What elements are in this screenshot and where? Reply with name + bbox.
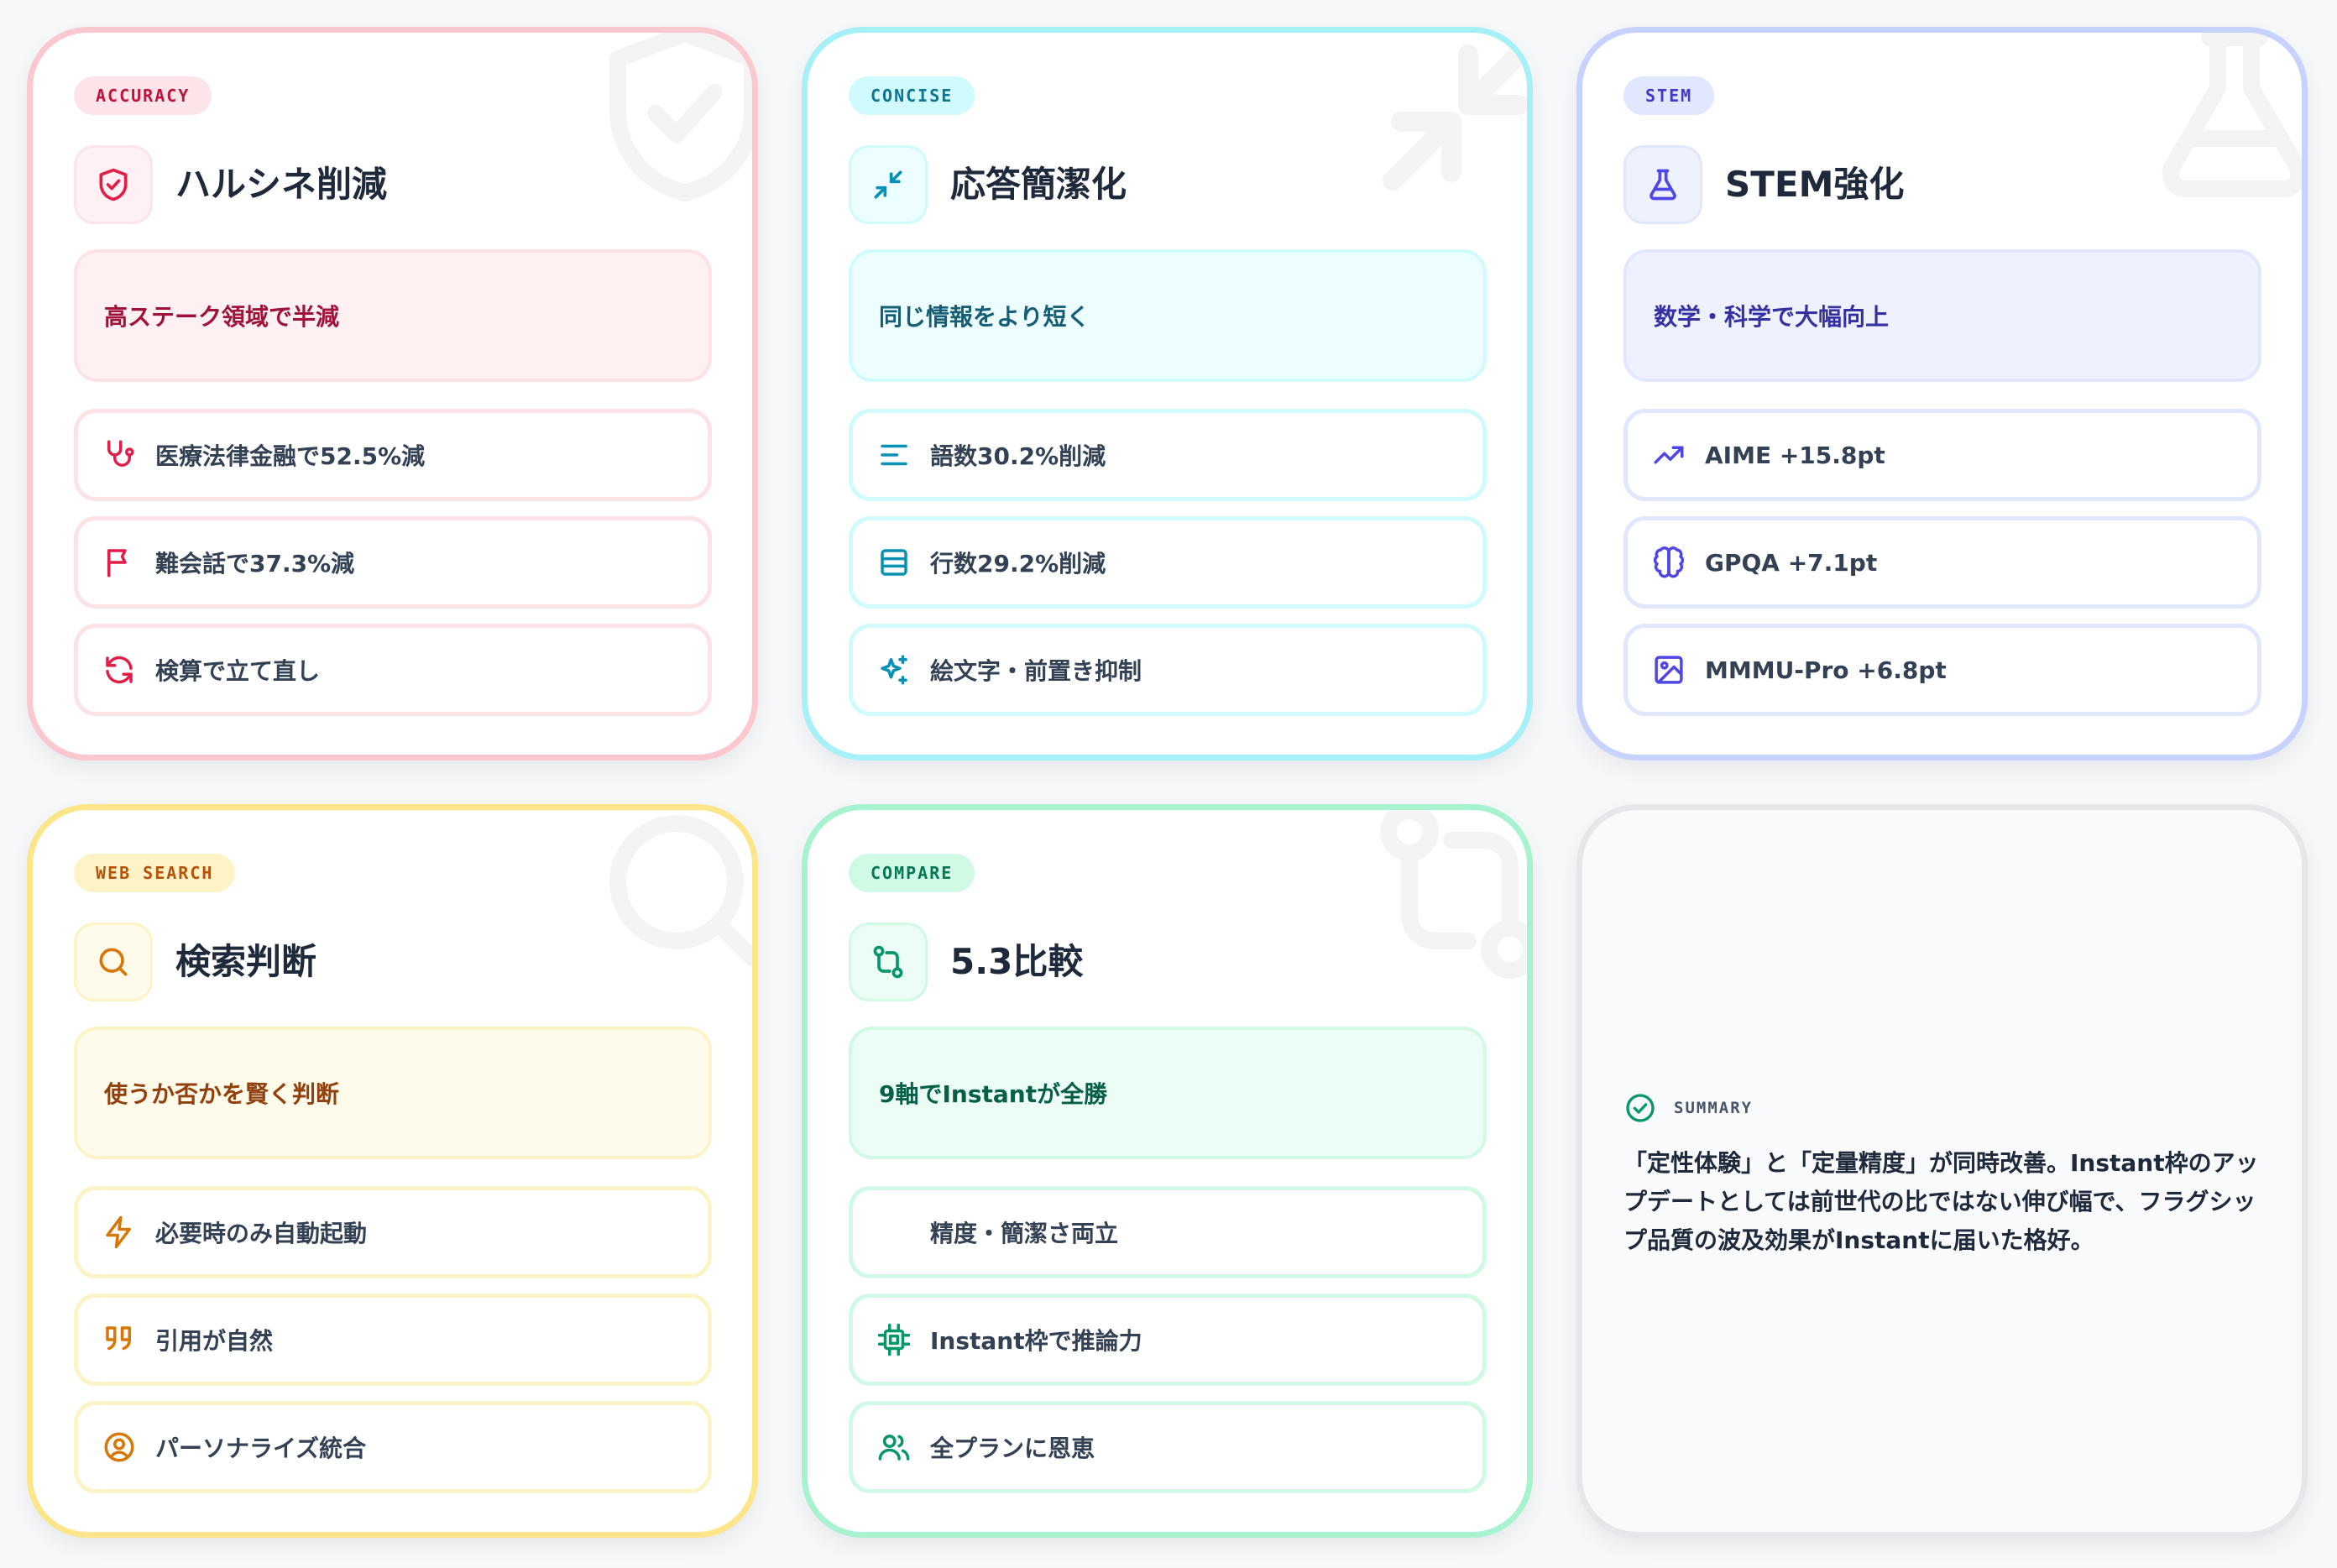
feature-item: GPQA +7.1pt: [1623, 516, 2261, 609]
feature-item: MMMU-Pro +6.8pt: [1623, 624, 2261, 716]
card-title: 検索判断: [175, 941, 317, 982]
feature-label: 必要時のみ自動起動: [155, 1220, 368, 1247]
minimize-icon: [1359, 33, 1527, 214]
trending-up-icon: [1651, 437, 1686, 473]
refresh-icon: [102, 652, 137, 687]
highlight-box: 高ステーク領域で半減: [74, 249, 712, 382]
image-icon: [1651, 652, 1686, 687]
card-title: 5.3比較: [950, 941, 1084, 982]
flask-icon: [1623, 145, 1702, 224]
feature-item: 全プランに恩恵: [849, 1401, 1487, 1493]
search-icon: [74, 923, 153, 1001]
minimize-icon: [849, 145, 928, 224]
user-circle-icon: [102, 1429, 137, 1465]
users-icon: [876, 1429, 912, 1465]
feature-item: 語数30.2%削減: [849, 409, 1487, 501]
feature-label: Instant枠で推論力: [930, 1327, 1142, 1355]
align-left-icon: [876, 437, 912, 473]
highlight-box: 使うか否かを賢く判断: [74, 1027, 712, 1159]
feature-label: 絵文字・前置き抑制: [930, 657, 1142, 685]
card-web-search: WEB SEARCH 検索判断 使うか否かを賢く判断 必要時のみ自動起動 引用が…: [27, 804, 758, 1538]
feature-item: 必要時のみ自動起動: [74, 1186, 712, 1278]
feature-item: 検算で立て直し: [74, 624, 712, 716]
highlight-box: 同じ情報をより短く: [849, 249, 1487, 382]
feature-label: 難会話で37.3%減: [155, 550, 355, 578]
git-compare-icon: [1359, 810, 1527, 991]
brain-icon: [1651, 545, 1686, 580]
card-stem: STEM STEM強化 数学・科学で大幅向上 AIME +15.8pt GPQA…: [1576, 27, 2308, 760]
tag-badge: ACCURACY: [74, 76, 212, 115]
feature-label: 引用が自然: [155, 1327, 274, 1355]
feature-label: 全プランに恩恵: [930, 1435, 1095, 1462]
summary-header: SUMMARY: [1623, 1091, 1753, 1125]
summary-text: 「定性体験」と「定量精度」が同時改善。Instant枠のアップデートとしては前世…: [1623, 1149, 2259, 1254]
tag-badge: WEB SEARCH: [74, 854, 236, 892]
tag-badge: STEM: [1623, 76, 1715, 115]
check-circle-icon: [1626, 1094, 1655, 1122]
feature-item: Instant枠で推論力: [849, 1294, 1487, 1386]
cpu-icon: [876, 1322, 912, 1357]
card-summary: SUMMARY 「定性体験」と「定量精度」が同時改善。Instant枠のアップデ…: [1576, 804, 2308, 1538]
blank-icon: [876, 1215, 912, 1250]
quote-icon: [102, 1322, 137, 1357]
shield-check-icon: [584, 33, 752, 214]
feature-item: 精度・簡潔さ両立: [849, 1186, 1487, 1278]
feature-label: MMMU-Pro +6.8pt: [1705, 656, 1947, 684]
feature-item: パーソナライズ統合: [74, 1401, 712, 1493]
zap-icon: [102, 1215, 137, 1250]
tag-badge: COMPARE: [849, 854, 975, 892]
flask-icon: [2134, 33, 2302, 214]
sparkles-icon: [876, 652, 912, 687]
card-concise: CONCISE 応答簡潔化 同じ情報をより短く 語数30.2%削減 行数29.2…: [802, 27, 1533, 760]
feature-label: 精度・簡潔さ両立: [930, 1220, 1119, 1247]
card-title: STEM強化: [1725, 164, 1905, 205]
feature-item: 行数29.2%削減: [849, 516, 1487, 609]
feature-item: 医療法律金融で52.5%減: [74, 409, 712, 501]
feature-label: 行数29.2%削減: [930, 550, 1106, 578]
flag-icon: [102, 545, 137, 580]
feature-item: 絵文字・前置き抑制: [849, 624, 1487, 716]
stethoscope-icon: [102, 437, 137, 473]
rows-icon: [876, 545, 912, 580]
card-title: 応答簡潔化: [950, 164, 1127, 205]
feature-item: AIME +15.8pt: [1623, 409, 2261, 501]
highlight-box: 9軸でInstantが全勝: [849, 1027, 1487, 1159]
shield-check-icon: [74, 145, 153, 224]
feature-item: 難会話で37.3%減: [74, 516, 712, 609]
feature-label: パーソナライズ統合: [155, 1435, 367, 1462]
highlight-box: 数学・科学で大幅向上: [1623, 249, 2261, 382]
tag-badge: CONCISE: [849, 76, 975, 115]
feature-label: 語数30.2%削減: [930, 442, 1106, 470]
feature-label: 検算で立て直し: [155, 657, 321, 685]
card-title: ハルシネ削減: [175, 164, 388, 205]
feature-item: 引用が自然: [74, 1294, 712, 1386]
card-accuracy: ACCURACY ハルシネ削減 高ステーク領域で半減 医療法律金融で52.5%減…: [27, 27, 758, 760]
feature-label: GPQA +7.1pt: [1705, 548, 1878, 577]
feature-label: AIME +15.8pt: [1705, 441, 1885, 469]
feature-label: 医療法律金融で52.5%減: [155, 442, 426, 470]
git-compare-icon: [849, 923, 928, 1001]
search-icon: [584, 810, 752, 991]
card-compare: COMPARE 5.3比較 9軸でInstantが全勝 精度・簡潔さ両立 Ins…: [802, 804, 1533, 1538]
summary-label: SUMMARY: [1674, 1099, 1754, 1117]
